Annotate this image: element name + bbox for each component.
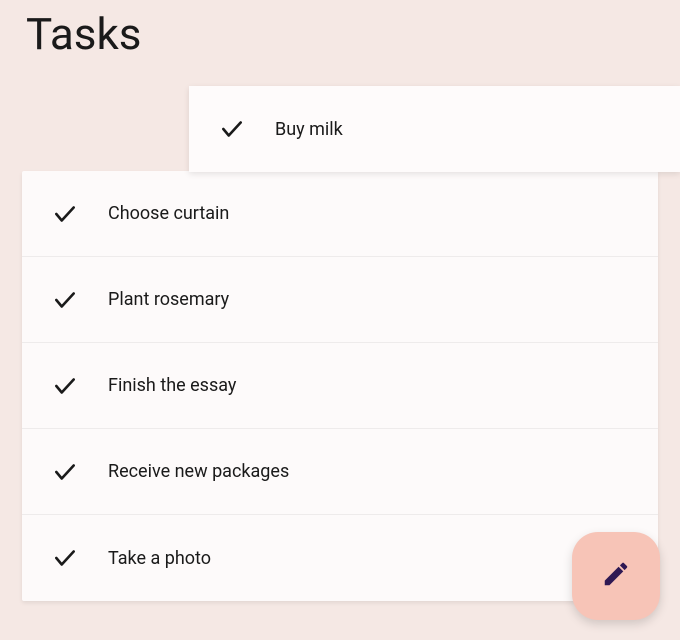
task-label: Take a photo	[108, 548, 211, 569]
check-icon	[50, 285, 80, 315]
task-label: Buy milk	[275, 119, 343, 140]
task-row[interactable]: Finish the essay	[22, 343, 658, 429]
task-row[interactable]: Take a photo	[22, 515, 658, 601]
task-label: Choose curtain	[108, 203, 229, 224]
add-task-fab[interactable]	[572, 532, 660, 620]
task-row[interactable]: Buy milk	[189, 86, 680, 172]
pencil-icon	[601, 559, 631, 593]
task-label: Receive new packages	[108, 461, 289, 482]
highlighted-task-card: Buy milk	[189, 86, 680, 172]
task-label: Finish the essay	[108, 375, 236, 396]
task-row[interactable]: Choose curtain	[22, 171, 658, 257]
check-icon	[50, 371, 80, 401]
check-icon	[50, 543, 80, 573]
task-row[interactable]: Plant rosemary	[22, 257, 658, 343]
check-icon	[50, 199, 80, 229]
task-list: Choose curtain Plant rosemary Finish the…	[22, 171, 658, 601]
task-label: Plant rosemary	[108, 289, 229, 310]
check-icon	[217, 114, 247, 144]
page-title: Tasks	[0, 0, 680, 60]
check-icon	[50, 457, 80, 487]
task-row[interactable]: Receive new packages	[22, 429, 658, 515]
